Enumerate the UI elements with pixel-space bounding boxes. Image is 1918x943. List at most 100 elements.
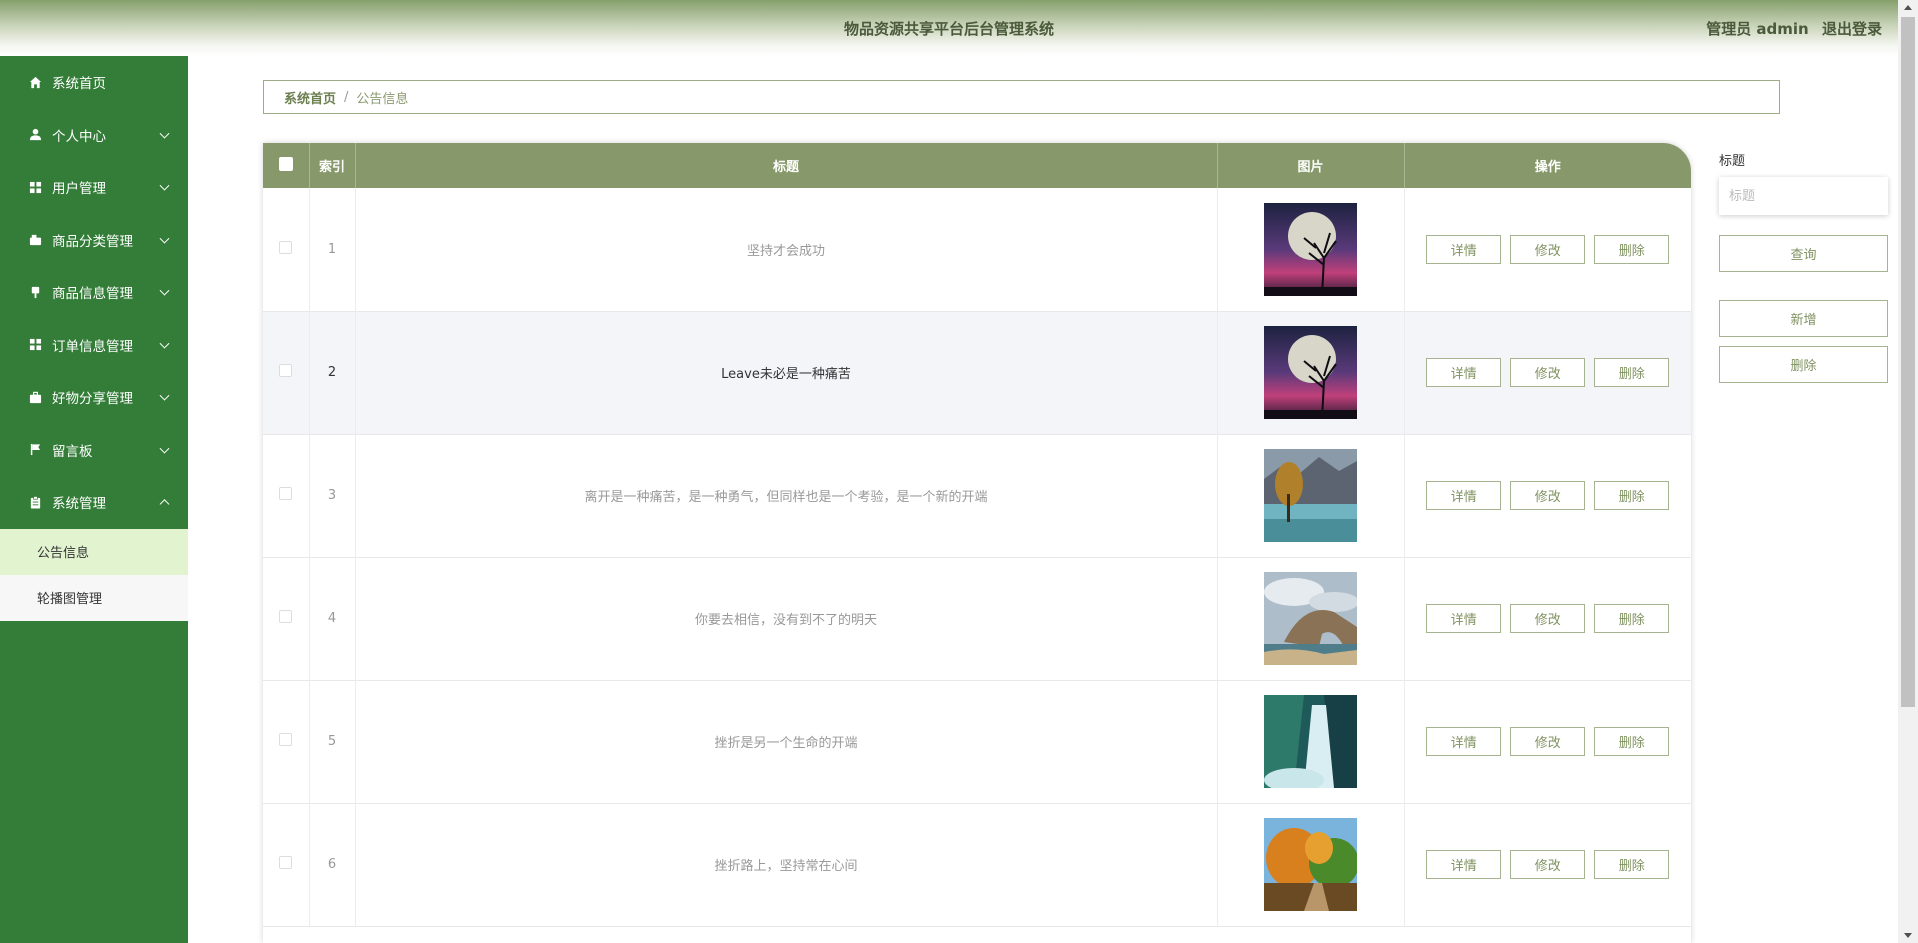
sidebar-item-label: 系统管理 xyxy=(52,496,106,513)
chevron-down-icon xyxy=(159,180,170,191)
sidebar-item-product-management[interactable]: 商品信息管理 xyxy=(0,266,188,319)
delete-button[interactable]: 删除 xyxy=(1594,358,1670,387)
row-image-cell xyxy=(1217,803,1405,926)
add-button[interactable]: 新增 xyxy=(1719,300,1888,337)
scroll-up-arrow-icon[interactable] xyxy=(1904,5,1912,10)
delete-button[interactable]: 删除 xyxy=(1594,481,1670,510)
sidebar-subitem-announcements[interactable]: 公告信息 xyxy=(0,528,188,575)
row-title: 你要去相信，没有到不了的明天 xyxy=(355,557,1218,680)
row-select-cell xyxy=(263,680,310,803)
sidebar-subitem-carousel-management[interactable]: 轮播图管理 xyxy=(0,574,188,621)
waterfall-image xyxy=(1264,695,1357,788)
detail-button[interactable]: 详情 xyxy=(1426,481,1502,510)
sidebar-item-system-management[interactable]: 系统管理 xyxy=(0,476,188,529)
search-panel: 标题 查询 新增 删除 xyxy=(1719,150,1889,383)
logout-button[interactable]: 退出登录 xyxy=(1822,20,1882,38)
edit-button[interactable]: 修改 xyxy=(1510,850,1586,879)
detail-button[interactable]: 详情 xyxy=(1426,234,1502,264)
moon-tree-image xyxy=(1264,326,1357,419)
sidebar: 系统首页 个人中心 用户管理 商品分类管理 商品信息管理 订单信息管理 好物分享… xyxy=(0,56,188,943)
sidebar-item-label: 留言板 xyxy=(52,443,93,460)
row-image-cell xyxy=(1217,557,1405,680)
edit-button[interactable]: 修改 xyxy=(1510,604,1586,633)
grid-icon xyxy=(28,180,42,194)
pin-icon xyxy=(28,285,42,299)
delete-button[interactable]: 删除 xyxy=(1594,234,1670,264)
row-actions: 详情 修改 删除 xyxy=(1404,311,1691,434)
row-image-cell xyxy=(1217,434,1405,557)
row-actions: 详情 修改 删除 xyxy=(1404,188,1691,311)
sidebar-item-user-management[interactable]: 用户管理 xyxy=(0,161,188,214)
edit-button[interactable]: 修改 xyxy=(1510,727,1586,756)
row-title: 坚持才会成功 xyxy=(355,188,1218,311)
chevron-down-icon xyxy=(159,338,170,349)
breadcrumb-home-link[interactable]: 系统首页 xyxy=(284,88,336,107)
column-header-title: 标题 xyxy=(355,143,1218,188)
sidebar-item-home[interactable]: 系统首页 xyxy=(0,56,188,109)
delete-button[interactable]: 删除 xyxy=(1594,604,1670,633)
row-checkbox[interactable] xyxy=(279,610,293,623)
breadcrumb-current: 公告信息 xyxy=(356,91,409,107)
detail-button[interactable]: 详情 xyxy=(1426,850,1502,879)
column-header-actions: 操作 xyxy=(1534,160,1561,175)
scrollbar-thumb[interactable] xyxy=(1901,17,1915,707)
breadcrumb: 系统首页 / 公告信息 xyxy=(263,80,1780,114)
search-title-label: 标题 xyxy=(1719,154,1746,169)
sidebar-item-message-board[interactable]: 留言板 xyxy=(0,424,188,477)
detail-button[interactable]: 详情 xyxy=(1426,604,1502,633)
table-header-row: 索引 标题 图片 操作 xyxy=(263,143,1691,188)
row-title: Leave未必是一种痛苦 xyxy=(355,311,1218,434)
row-checkbox[interactable] xyxy=(279,856,293,869)
chevron-down-icon xyxy=(159,285,170,296)
sidebar-item-share-management[interactable]: 好物分享管理 xyxy=(0,371,188,424)
table-row: 2 Leave未必是一种痛苦 详情 修改 删除 xyxy=(263,311,1691,434)
column-header-index: 索引 xyxy=(309,143,356,188)
edit-button[interactable]: 修改 xyxy=(1510,358,1586,387)
batch-delete-button[interactable]: 删除 xyxy=(1719,346,1888,383)
sidebar-item-label: 个人中心 xyxy=(52,128,106,145)
column-header-image: 图片 xyxy=(1217,143,1405,188)
row-checkbox[interactable] xyxy=(279,733,293,746)
chevron-down-icon xyxy=(159,390,170,401)
delete-button[interactable]: 删除 xyxy=(1594,850,1670,879)
table-row: 1 坚持才会成功 详情 修改 删除 xyxy=(263,188,1691,311)
user-icon xyxy=(28,128,42,142)
row-select-cell xyxy=(263,311,310,434)
row-select-cell xyxy=(263,557,310,680)
sidebar-item-category-management[interactable]: 商品分类管理 xyxy=(0,214,188,267)
sidebar-item-personal-center[interactable]: 个人中心 xyxy=(0,109,188,162)
delete-button[interactable]: 删除 xyxy=(1594,727,1670,756)
detail-button[interactable]: 详情 xyxy=(1426,358,1502,387)
clipboard-icon xyxy=(28,495,42,509)
row-select-cell xyxy=(263,434,310,557)
query-button[interactable]: 查询 xyxy=(1719,235,1888,272)
announcement-table: 索引 标题 图片 操作 1 坚持才会成功 详情 修改 删除 2 Leave未必是… xyxy=(263,143,1691,943)
user-area: 管理员 admin 退出登录 xyxy=(1698,18,1882,39)
search-title-input[interactable] xyxy=(1719,177,1888,215)
row-checkbox[interactable] xyxy=(279,240,293,254)
row-image-cell xyxy=(1217,680,1405,803)
lake-tree-image xyxy=(1264,449,1357,542)
chevron-down-icon xyxy=(159,443,170,454)
table-row: 4 你要去相信，没有到不了的明天 详情 修改 删除 xyxy=(263,557,1691,680)
row-index: 1 xyxy=(309,188,356,311)
top-header: 物品资源共享平台后台管理系统 管理员 admin 退出登录 xyxy=(0,0,1898,56)
flag-icon xyxy=(28,443,42,457)
detail-button[interactable]: 详情 xyxy=(1426,727,1502,756)
row-checkbox[interactable] xyxy=(279,364,293,377)
edit-button[interactable]: 修改 xyxy=(1510,234,1586,264)
row-select-cell xyxy=(263,188,310,311)
row-title: 离开是一种痛苦，是一种勇气，但同样也是一个考验，是一个新的开端 xyxy=(355,434,1218,557)
sidebar-item-order-management[interactable]: 订单信息管理 xyxy=(0,319,188,372)
select-all-checkbox[interactable] xyxy=(278,156,293,171)
page-scrollbar[interactable] xyxy=(1898,0,1918,943)
row-title: 挫折路上，坚持常在心间 xyxy=(355,803,1218,926)
row-image-cell xyxy=(1217,311,1405,434)
row-checkbox[interactable] xyxy=(279,487,293,500)
row-actions: 详情 修改 删除 xyxy=(1404,434,1691,557)
edit-button[interactable]: 修改 xyxy=(1510,481,1586,510)
row-index: 4 xyxy=(309,557,356,680)
scroll-down-arrow-icon[interactable] xyxy=(1904,933,1912,938)
home-icon xyxy=(28,75,42,89)
sidebar-item-label: 商品信息管理 xyxy=(52,286,133,303)
